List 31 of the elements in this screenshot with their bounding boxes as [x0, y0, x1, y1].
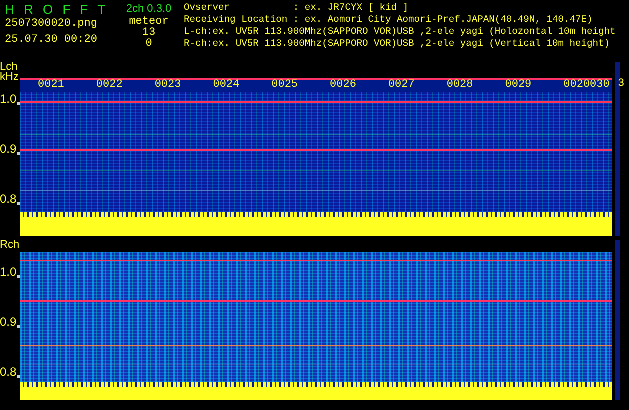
time-label: 0023	[154, 78, 182, 92]
date-time: 25.07.30 00:20	[5, 34, 98, 46]
axis-tick-label: 1.0	[0, 266, 20, 278]
file-name: 2507300020.png	[5, 18, 98, 30]
time-label: 0022	[96, 78, 123, 92]
edge-label: 3	[617, 78, 626, 90]
time-label: 0029	[505, 78, 532, 92]
axis-tick-label: 0.9	[0, 143, 20, 155]
axis-tick-label: 0.8	[0, 193, 20, 205]
info-line: R-ch:ex. UV5R 113.900Mhz(SAPPORO VOR)USB ,2-ele yagi (Vertical 10m height)	[184, 38, 612, 50]
info-line: L-ch:ex. UV5R 113.900Mhz(SAPPORO VOR)USB ,2-ele yagi (Holozontal 10m height	[184, 26, 616, 38]
mode-label: meteor	[129, 16, 169, 28]
count-value: 13	[142, 28, 156, 39]
count-value: 0	[146, 39, 152, 50]
time-label: 0028	[446, 78, 474, 92]
info-line: Ovserver : ex. JR7CYX [ kid ]	[184, 2, 410, 14]
time-label: 0020030	[564, 78, 610, 92]
time-label: 0026	[330, 78, 356, 92]
axis-tick-label: 1.0	[0, 93, 20, 105]
axis-tick-label: 0.8	[0, 366, 20, 378]
channel-label: Rch	[0, 240, 20, 250]
time-label: 0024	[213, 78, 240, 92]
channel-label: Lch	[0, 62, 18, 72]
unit-label: kHz	[0, 72, 20, 82]
time-label: 0027	[388, 78, 415, 92]
axis-tick-label: 0.9	[0, 316, 20, 328]
version-label: 2ch 0.3.0	[126, 2, 172, 16]
app-title: H R O F F T	[5, 2, 110, 18]
time-label: 0025	[272, 78, 298, 92]
info-line: Receiving Location : ex. Aomori City Aomori-Pref.JAPAN(40.49N, 140.47E)	[184, 14, 594, 26]
time-label: 0021	[38, 78, 64, 92]
